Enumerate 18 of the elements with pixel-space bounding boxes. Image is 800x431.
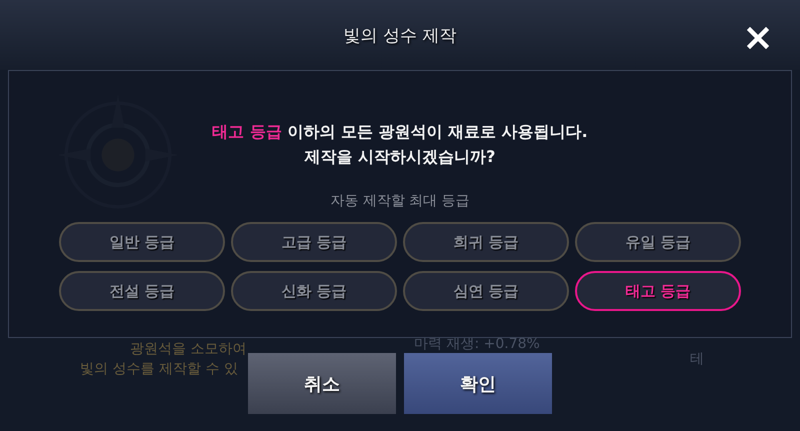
grade-option[interactable]: 전설 등급 <box>59 271 225 311</box>
grade-option[interactable]: 태고 등급 <box>575 271 741 311</box>
grade-label: 자동 제작할 최대 등급 <box>330 192 470 210</box>
confirm-button[interactable]: 확인 <box>404 353 552 414</box>
grade-option[interactable]: 일반 등급 <box>59 222 225 262</box>
grade-option[interactable]: 심연 등급 <box>403 271 569 311</box>
background-text: 빛의 성수를 제작할 수 있 <box>80 360 238 378</box>
close-icon[interactable] <box>747 27 769 49</box>
grade-option[interactable]: 고급 등급 <box>231 222 397 262</box>
cancel-button[interactable]: 취소 <box>248 353 396 414</box>
dialog-title: 빛의 성수 제작 <box>344 24 456 46</box>
background-text: 마력 재생: +0.78% <box>414 335 540 353</box>
grade-option[interactable]: 유일 등급 <box>575 222 741 262</box>
background-text: 테 <box>690 350 704 368</box>
grade-option[interactable]: 희귀 등급 <box>403 222 569 262</box>
confirm-message: 태고 등급 이하의 모든 광원석이 재료로 사용됩니다. 제작을 시작하시겠습니까? <box>212 121 588 168</box>
background-text: 광원석을 소모하여 <box>130 340 246 358</box>
grade-option[interactable]: 신화 등급 <box>231 271 397 311</box>
